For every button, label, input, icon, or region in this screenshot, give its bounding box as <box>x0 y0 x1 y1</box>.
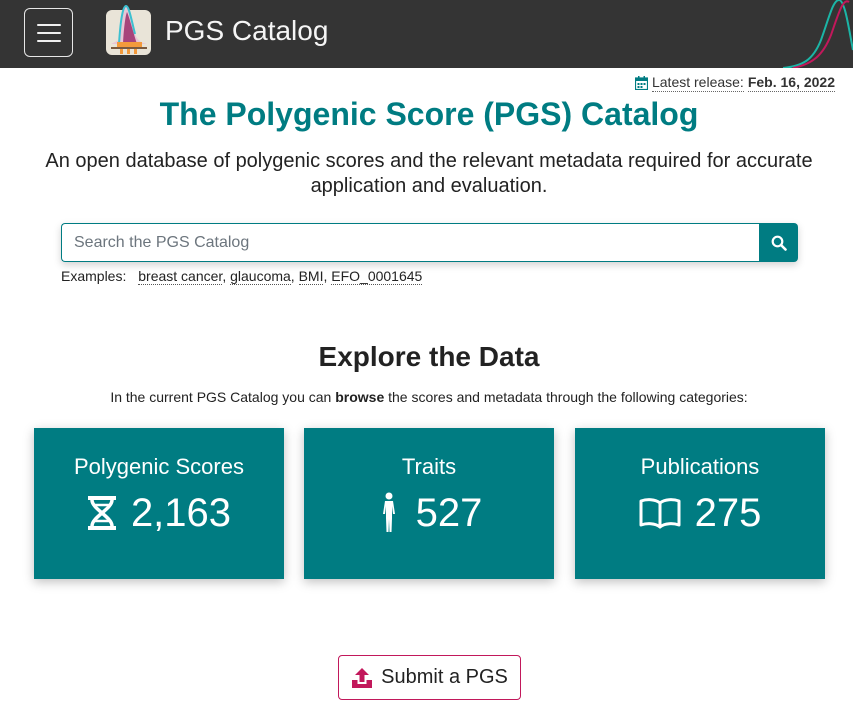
card-title: Publications <box>640 454 760 479</box>
search-icon <box>771 235 787 251</box>
page-title: The Polygenic Score (PGS) Catalog <box>159 96 699 132</box>
card-publications[interactable]: Publications 275 <box>575 428 825 579</box>
release-label: Latest release: <box>651 74 744 92</box>
submit-pgs-button[interactable]: Submit a PGS <box>338 655 521 700</box>
explore-intro-text: the scores and metadata through the foll… <box>384 389 748 405</box>
decorative-waves <box>783 0 853 68</box>
search-button[interactable] <box>759 223 798 262</box>
release-date[interactable]: Feb. 16, 2022 <box>747 73 835 92</box>
examples-label: Examples: <box>61 268 127 284</box>
upload-icon <box>352 667 373 688</box>
example-link[interactable]: glaucoma <box>230 268 291 285</box>
hamburger-menu-icon-bar <box>37 32 61 34</box>
search-examples: Examples: breast cancer, glaucoma, BMI, … <box>61 268 423 285</box>
card-polygenic-scores[interactable]: Polygenic Scores 2,163 <box>34 428 284 579</box>
search-input[interactable] <box>61 223 759 262</box>
explore-intro-bold: browse <box>335 389 385 405</box>
example-link[interactable]: breast cancer <box>138 268 223 285</box>
explore-intro-text: In the current PGS Catalog you can <box>110 389 336 405</box>
brand-title[interactable]: PGS Catalog <box>165 14 328 48</box>
card-count: 2,163 <box>130 491 232 535</box>
menu-toggle-button[interactable] <box>24 8 73 57</box>
card-traits[interactable]: Traits 527 <box>304 428 554 579</box>
card-count: 527 <box>415 491 483 535</box>
example-link[interactable]: EFO_0001645 <box>331 268 423 285</box>
latest-release: Latest release: Feb. 16, 2022 <box>634 73 835 92</box>
page-subtitle: An open database of polygenic scores and… <box>45 150 813 197</box>
search-bar <box>61 223 798 262</box>
human-figure-icon <box>382 492 395 532</box>
hamburger-menu-icon-bar <box>37 40 61 42</box>
card-title: Traits <box>401 454 457 479</box>
submit-label: Submit a PGS <box>381 666 508 688</box>
navbar: PGS Catalog <box>0 0 853 68</box>
explore-heading: Explore the Data <box>318 341 540 372</box>
open-book-icon <box>639 498 681 529</box>
card-title: Polygenic Scores <box>74 454 244 479</box>
example-link[interactable]: BMI <box>298 268 324 285</box>
calendar-icon <box>634 75 648 90</box>
dna-icon <box>87 496 116 530</box>
pgs-logo-icon[interactable] <box>105 4 152 56</box>
explore-intro: In the current PGS Catalog you can brows… <box>0 388 853 406</box>
card-count: 275 <box>694 491 762 535</box>
hamburger-menu-icon <box>37 24 61 26</box>
